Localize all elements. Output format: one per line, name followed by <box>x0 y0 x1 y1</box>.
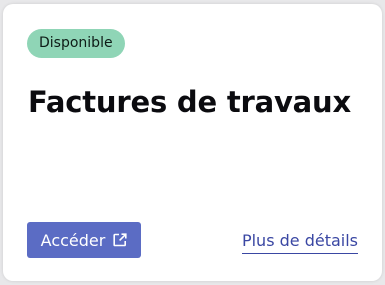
external-link-icon <box>113 233 127 247</box>
card-title: Factures de travaux <box>28 85 351 119</box>
status-badge: Disponible <box>27 29 125 58</box>
access-button-label: Accéder <box>40 230 106 250</box>
details-link[interactable]: Plus de détails <box>241 231 358 254</box>
access-button[interactable]: Accéder <box>27 222 141 258</box>
service-card: Disponible Factures de travaux Accéder P… <box>3 4 382 281</box>
